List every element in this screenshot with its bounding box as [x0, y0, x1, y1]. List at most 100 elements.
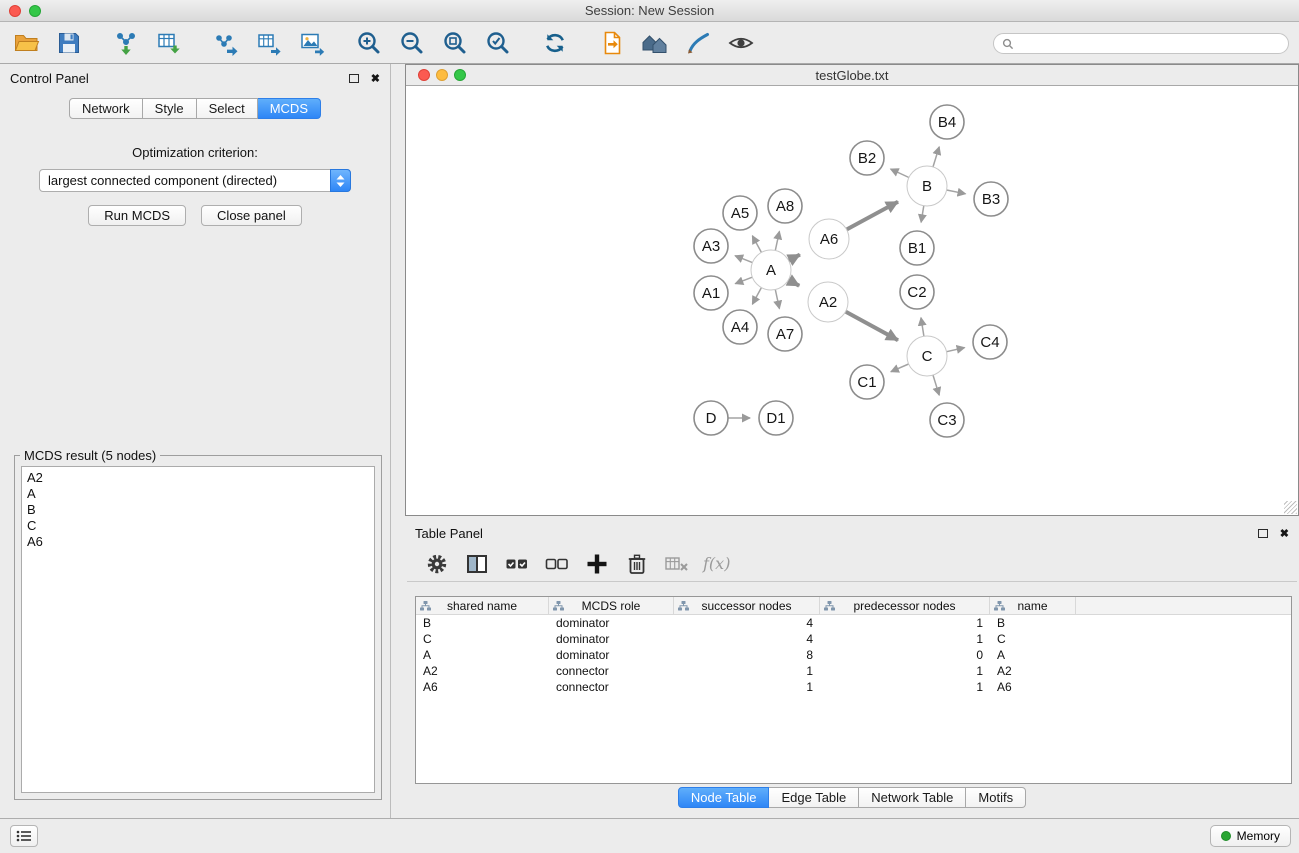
zoom-selected-button[interactable] [482, 27, 514, 59]
column-header-name[interactable]: name [990, 597, 1076, 614]
tab-mcds[interactable]: MCDS [258, 98, 321, 119]
edge-C-C1[interactable] [891, 364, 909, 372]
tab-node-table[interactable]: Node Table [678, 787, 770, 808]
create-column-button[interactable] [583, 550, 611, 578]
close-window-button[interactable] [9, 5, 21, 17]
table-float-panel-icon[interactable] [1258, 529, 1268, 538]
table-row-A[interactable]: Adominator80A [416, 647, 1291, 663]
edge-B-B4[interactable] [933, 147, 939, 167]
cell[interactable]: A6 [990, 680, 1076, 694]
tab-select[interactable]: Select [197, 98, 258, 119]
tab-style[interactable]: Style [143, 98, 197, 119]
edge-B-B1[interactable] [921, 206, 924, 223]
column-header-MCDS-role[interactable]: MCDS role [549, 597, 674, 614]
cell[interactable]: 0 [820, 648, 990, 662]
table-row-B[interactable]: Bdominator41B [416, 615, 1291, 631]
cell[interactable]: A [416, 648, 549, 662]
cell[interactable]: C [990, 632, 1076, 646]
export-network-button[interactable] [210, 27, 242, 59]
cell[interactable]: 4 [674, 632, 820, 646]
cell[interactable]: C [416, 632, 549, 646]
cell[interactable]: 1 [820, 616, 990, 630]
cell[interactable]: connector [549, 664, 674, 678]
network-zoom-button[interactable] [454, 69, 466, 81]
edge-A-A7[interactable] [775, 290, 779, 309]
mcds-result-item-A[interactable]: A [27, 486, 369, 502]
edge-A-A1[interactable] [735, 277, 752, 284]
cell[interactable]: connector [549, 680, 674, 694]
mcds-result-item-B[interactable]: B [27, 502, 369, 518]
edge-A-A8[interactable] [775, 231, 779, 250]
edge-A-A6[interactable] [789, 255, 800, 261]
select-all-columns-button[interactable] [503, 550, 531, 578]
edge-B-B3[interactable] [947, 190, 966, 194]
network-node-A7[interactable]: A7 [768, 317, 802, 351]
delete-column-button[interactable] [623, 550, 651, 578]
network-node-A8[interactable]: A8 [768, 189, 802, 223]
open-document-button[interactable] [596, 27, 628, 59]
optimization-criterion-select[interactable]: largest connected component (directed) [39, 169, 351, 192]
delete-table-button[interactable] [663, 550, 691, 578]
close-panel-icon[interactable]: ✖ [371, 72, 380, 85]
edge-A-A5[interactable] [752, 236, 761, 253]
mcds-result-item-A6[interactable]: A6 [27, 534, 369, 550]
network-node-A3[interactable]: A3 [694, 229, 728, 263]
annotation-brush-button[interactable] [682, 27, 714, 59]
network-node-B[interactable]: B [907, 166, 947, 206]
function-builder-button[interactable]: f(x) [703, 550, 730, 578]
tab-network[interactable]: Network [69, 98, 143, 119]
cell[interactable]: B [990, 616, 1076, 630]
cell[interactable]: 8 [674, 648, 820, 662]
zoom-out-button[interactable] [396, 27, 428, 59]
export-image-button[interactable] [296, 27, 328, 59]
close-panel-button[interactable]: Close panel [201, 205, 302, 226]
network-node-A[interactable]: A [751, 250, 791, 290]
cell[interactable]: 1 [674, 680, 820, 694]
column-header-successor-nodes[interactable]: successor nodes [674, 597, 820, 614]
memory-status-button[interactable]: Memory [1210, 825, 1291, 847]
tab-network-table[interactable]: Network Table [859, 787, 966, 808]
cell[interactable]: 1 [820, 664, 990, 678]
network-node-A4[interactable]: A4 [723, 310, 757, 344]
cell[interactable]: 4 [674, 616, 820, 630]
network-close-button[interactable] [418, 69, 430, 81]
table-close-panel-icon[interactable]: ✖ [1280, 527, 1289, 540]
column-header-predecessor-nodes[interactable]: predecessor nodes [820, 597, 990, 614]
cell[interactable]: 1 [820, 632, 990, 646]
network-node-C[interactable]: C [907, 336, 947, 376]
cell[interactable]: 1 [674, 664, 820, 678]
tab-edge-table[interactable]: Edge Table [769, 787, 859, 808]
table-row-A2[interactable]: A2connector11A2 [416, 663, 1291, 679]
zoom-fit-button[interactable] [439, 27, 471, 59]
zoom-window-button[interactable] [29, 5, 41, 17]
network-node-D[interactable]: D [694, 401, 728, 435]
network-canvas[interactable]: B4B2BB3A5A8A6B1A3AC2A1A2A4A7C4CC1C3DD1 [406, 86, 1298, 515]
network-node-A5[interactable]: A5 [723, 196, 757, 230]
open-session-button[interactable] [10, 27, 42, 59]
network-node-C4[interactable]: C4 [973, 325, 1007, 359]
network-node-C2[interactable]: C2 [900, 275, 934, 309]
edge-C-C3[interactable] [933, 375, 939, 395]
cell[interactable]: dominator [549, 632, 674, 646]
tab-motifs[interactable]: Motifs [966, 787, 1026, 808]
search-field[interactable] [993, 33, 1289, 54]
refresh-view-button[interactable] [539, 27, 571, 59]
edge-A2-C[interactable] [846, 312, 898, 341]
cell[interactable]: dominator [549, 648, 674, 662]
unselect-all-columns-button[interactable] [543, 550, 571, 578]
cell[interactable]: A [990, 648, 1076, 662]
cell[interactable]: 1 [820, 680, 990, 694]
network-minimize-button[interactable] [436, 69, 448, 81]
edge-A-A2[interactable] [788, 280, 799, 286]
export-table-button[interactable] [253, 27, 285, 59]
import-table-button[interactable] [153, 27, 185, 59]
zoom-in-button[interactable] [353, 27, 385, 59]
network-node-A1[interactable]: A1 [694, 276, 728, 310]
network-node-A6[interactable]: A6 [809, 219, 849, 259]
mcds-result-item-C[interactable]: C [27, 518, 369, 534]
network-node-D1[interactable]: D1 [759, 401, 793, 435]
edge-A6-B[interactable] [847, 202, 898, 230]
table-settings-button[interactable] [423, 550, 451, 578]
mcds-result-item-A2[interactable]: A2 [27, 470, 369, 486]
edge-A-A3[interactable] [735, 256, 752, 263]
